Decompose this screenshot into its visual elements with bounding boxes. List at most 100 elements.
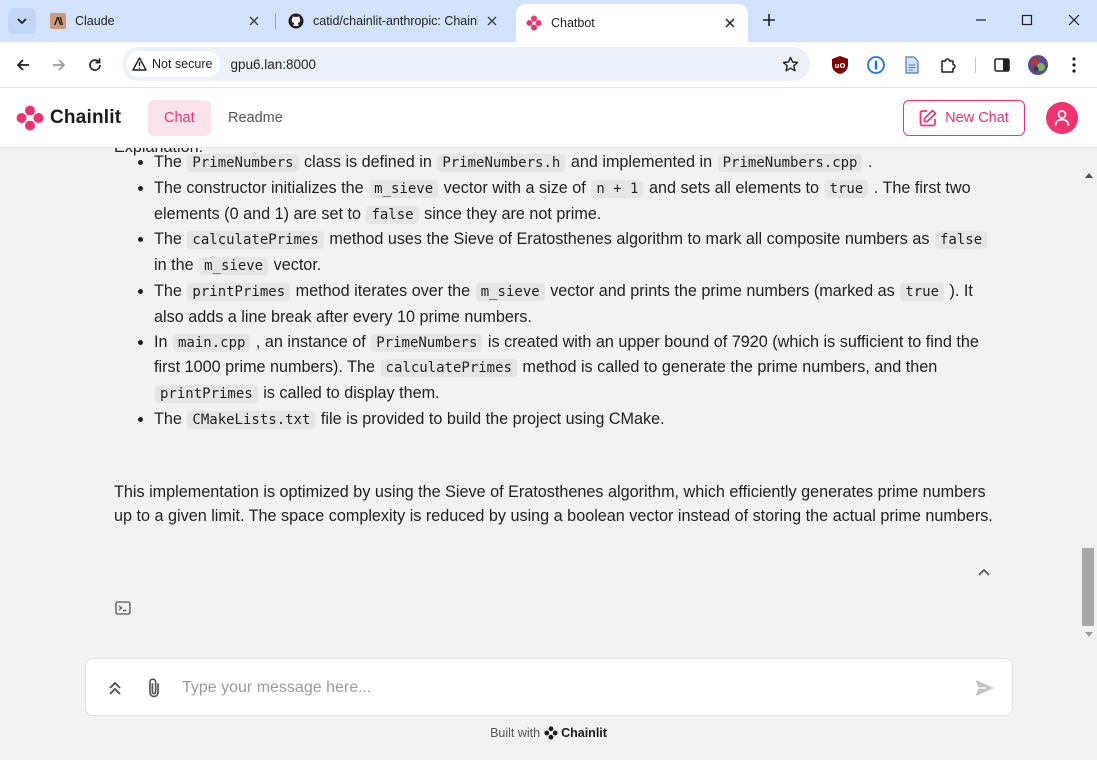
extensions-button[interactable]	[936, 53, 960, 77]
list-item: In main.cpp , an instance of PrimeNumber…	[114, 330, 1004, 407]
list-item: The PrimeNumbers class is defined in Pri…	[114, 150, 1004, 176]
ublock-icon: uO	[832, 56, 848, 74]
bookmark-star-button[interactable]	[780, 54, 800, 74]
profile-button[interactable]	[1026, 53, 1050, 77]
attach-file-button[interactable]	[143, 677, 165, 699]
scroll-down-arrow[interactable]	[1080, 628, 1097, 642]
anthropic-icon	[50, 13, 66, 29]
reload-button[interactable]	[80, 50, 110, 80]
tab-divider	[275, 13, 276, 29]
explanation-list: The PrimeNumbers class is defined in Pri…	[114, 150, 1004, 433]
scroll-thumb[interactable]	[1082, 548, 1094, 626]
built-with-label: Built with	[490, 726, 541, 740]
close-icon	[1068, 14, 1080, 26]
browser-tab-claude[interactable]: Claude	[40, 6, 272, 36]
minimize-button[interactable]	[958, 0, 1004, 40]
text-segment: The constructor initializes the	[154, 178, 369, 197]
new-tab-button[interactable]	[757, 8, 781, 32]
terminal-icon	[115, 601, 131, 615]
user-avatar-button[interactable]	[1046, 102, 1078, 134]
browser-toolbar: Not secure gpu6.lan:8000 uO	[0, 42, 1097, 88]
puzzle-icon	[941, 58, 956, 73]
text-segment: method is called to generate the prime n…	[517, 358, 938, 377]
browser-tab-chatbot[interactable]: Chatbot	[516, 4, 748, 42]
chainlit-logo-icon	[16, 105, 44, 131]
maximize-icon	[1021, 14, 1033, 26]
text-segment: is called to display them.	[258, 384, 440, 403]
text-segment: The	[154, 409, 187, 428]
password-manager-icon	[867, 56, 885, 74]
inline-code: PrimeNumbers.h	[437, 154, 566, 172]
tab-title: Chatbot	[551, 16, 595, 30]
warning-icon	[132, 57, 147, 71]
tab-title: Claude	[75, 14, 115, 28]
chevron-down-icon	[17, 18, 27, 25]
text-segment: The	[154, 281, 187, 300]
inline-code: n + 1	[591, 179, 644, 198]
inline-code: CMakeLists.txt	[187, 410, 316, 429]
built-with-footer: Built with Chainlit	[0, 726, 1097, 740]
inline-code: printPrimes	[155, 385, 258, 404]
send-button[interactable]	[974, 677, 996, 699]
chainlit-icon	[526, 15, 542, 31]
text-segment: , an instance of	[251, 332, 371, 351]
reload-icon	[89, 58, 101, 71]
inline-code: PrimeNumbers.cpp	[717, 154, 863, 172]
github-icon	[288, 13, 304, 29]
browser-tab-strip: Claude catid/chainlit-anthropic: Chainli…	[0, 0, 1097, 42]
docs-extension-button[interactable]	[900, 53, 924, 77]
inline-code: main.cpp	[173, 333, 251, 352]
browser-menu-button[interactable]	[1062, 53, 1086, 77]
arrow-left-icon	[16, 59, 29, 71]
message-list[interactable]: Explanation: The PrimeNumbers class is d…	[0, 148, 1080, 642]
side-panel-button[interactable]	[990, 53, 1014, 77]
inline-code: true	[900, 282, 944, 301]
url-text[interactable]: gpu6.lan:8000	[230, 57, 316, 72]
security-indicator[interactable]: Not secure	[126, 51, 221, 77]
address-bar[interactable]: Not secure gpu6.lan:8000	[122, 47, 810, 81]
scroll-up-arrow[interactable]	[1080, 168, 1097, 182]
inline-code: printPrimes	[187, 282, 291, 301]
brand-logo[interactable]: Chainlit	[16, 105, 121, 131]
text-segment: .	[863, 153, 873, 171]
text-segment: vector.	[269, 256, 322, 275]
close-icon[interactable]	[246, 13, 262, 29]
new-chat-button[interactable]: New Chat	[903, 100, 1025, 136]
assistant-message: The PrimeNumbers class is defined in Pri…	[114, 150, 1004, 433]
brand-name: Chainlit	[50, 107, 122, 128]
password-manager-extension-button[interactable]	[864, 53, 888, 77]
message-input[interactable]	[182, 673, 962, 703]
browser-tab-github[interactable]: catid/chainlit-anthropic: Chainlit	[278, 6, 510, 36]
window-close-button[interactable]	[1051, 0, 1097, 40]
triangle-up-icon	[1084, 173, 1093, 178]
tab-search-button[interactable]	[8, 8, 36, 34]
text-segment: and implemented in	[566, 153, 717, 171]
text-segment: and sets all elements to	[644, 178, 824, 197]
list-item: The calculatePrimes method uses the Siev…	[114, 227, 1004, 279]
ublock-extension-button[interactable]: uO	[828, 53, 852, 77]
text-segment: method uses the Sieve of Eratosthenes al…	[324, 230, 934, 249]
tab-readme[interactable]: Readme	[212, 100, 299, 136]
back-button[interactable]	[8, 50, 38, 80]
debug-terminal-button[interactable]	[114, 600, 132, 616]
chat-settings-button[interactable]	[104, 677, 126, 699]
tab-chat[interactable]: Chat	[148, 100, 211, 136]
maximize-button[interactable]	[1004, 0, 1050, 40]
app-header: Chainlit Chat Readme New Chat	[0, 88, 1097, 148]
edit-icon	[919, 109, 937, 127]
arrow-right-icon	[53, 59, 66, 71]
svg-text:uO: uO	[835, 62, 846, 70]
collapse-message-button[interactable]	[974, 562, 994, 582]
toolbar-divider	[975, 57, 976, 73]
close-icon[interactable]	[484, 13, 500, 29]
footer-brand[interactable]: Chainlit	[544, 726, 607, 740]
forward-button[interactable]	[44, 50, 74, 80]
text-segment: class is defined in	[299, 153, 437, 171]
close-icon[interactable]	[722, 15, 738, 31]
profile-avatar-icon	[1028, 55, 1048, 75]
message-scrollbar[interactable]	[1080, 168, 1097, 642]
document-icon	[905, 56, 919, 74]
inline-code: PrimeNumbers	[187, 154, 299, 172]
inline-code: m_sieve	[199, 257, 269, 276]
inline-code: m_sieve	[475, 282, 545, 301]
